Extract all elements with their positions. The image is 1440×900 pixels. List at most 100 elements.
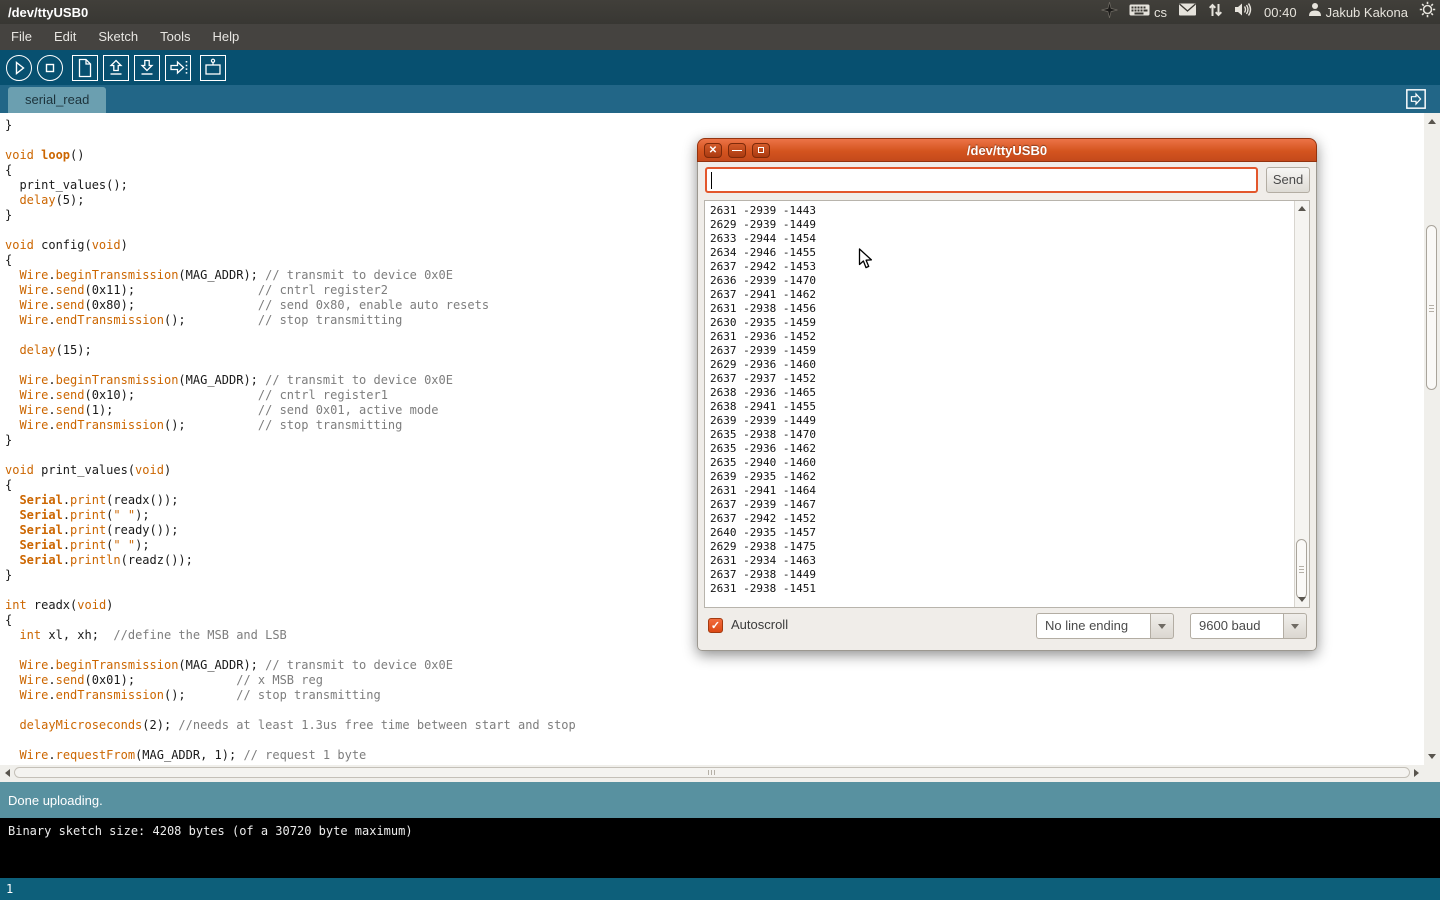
clock[interactable]: 00:40 [1264,5,1297,20]
serial-input[interactable] [705,167,1258,193]
menu-help[interactable]: Help [201,24,250,50]
serial-vscroll-thumb[interactable] [1296,539,1307,599]
baud-rate-dropdown[interactable]: 9600 baud [1190,613,1307,639]
code-line: } [5,118,1424,133]
autoscroll-label: Autoscroll [731,617,788,632]
scrollbar-corner [1424,765,1440,782]
user-name-label: Jakub Kakona [1326,5,1408,20]
open-button[interactable] [103,55,129,81]
serial-vertical-scrollbar[interactable] [1294,201,1309,607]
serial-line: 2631 -2939 -1443 [710,204,1291,218]
new-sketch-button[interactable] [72,55,98,81]
user-menu[interactable]: Jakub Kakona [1308,2,1408,22]
new-sketch-icon [73,56,97,80]
serial-line: 2631 -2934 -1463 [710,554,1291,568]
serial-line: 2637 -2937 -1452 [710,372,1291,386]
serial-output-lines: 2631 -2939 -14432629 -2939 -14492633 -29… [710,204,1291,607]
chevron-down-icon [1158,624,1166,629]
scroll-left-arrow[interactable] [5,769,10,777]
editor-vertical-scrollbar[interactable] [1424,113,1440,765]
tab-serial-read[interactable]: serial_read [8,87,106,113]
serial-monitor-icon [201,56,225,80]
tab-menu-button[interactable] [1405,88,1427,110]
serial-line: 2637 -2938 -1449 [710,568,1291,582]
editor-horizontal-scrollbar[interactable] [0,765,1424,782]
serial-line: 2637 -2942 -1452 [710,512,1291,526]
serial-line: 2635 -2940 -1460 [710,456,1291,470]
serial-line: 2631 -2941 -1464 [710,484,1291,498]
menu-file[interactable]: File [0,24,43,50]
editor-hscroll-thumb[interactable] [14,767,1410,778]
status-bar: Done uploading. [0,782,1440,818]
serial-line: 2629 -2938 -1475 [710,540,1291,554]
serial-line: 2635 -2938 -1470 [710,428,1291,442]
network-arrows-icon[interactable] [1208,2,1223,23]
code-line: Wire.requestFrom(MAG_ADDR, 1); // reques… [5,748,1424,763]
serial-monitor-controls: ✓ Autoscroll No line ending 9600 baud [698,613,1316,643]
user-icon [1308,2,1322,22]
menu-tools[interactable]: Tools [149,24,201,50]
serial-monitor-body: Send 2631 -2939 -14432629 -2939 -1449263… [697,162,1317,651]
code-line: Wire.endTransmission(); // stop transmit… [5,688,1424,703]
serial-monitor-button[interactable] [200,55,226,81]
serial-line: 2629 -2936 -1460 [710,358,1291,372]
menu-edit[interactable]: Edit [43,24,87,50]
keyboard-icon [1129,3,1150,22]
save-icon [135,56,159,80]
scroll-up-arrow[interactable] [1428,119,1436,124]
code-line: delayMicroseconds(2); //needs at least 1… [5,718,1424,733]
serial-monitor-title: /dev/ttyUSB0 [698,139,1316,163]
serial-line: 2635 -2936 -1462 [710,442,1291,456]
volume-icon[interactable] [1234,2,1253,22]
baud-rate-value: 9600 baud [1190,613,1283,639]
menu-sketch[interactable]: Sketch [87,24,149,50]
scroll-right-arrow[interactable] [1414,769,1419,777]
code-line: Wire.beginTransmission(MAG_ADDR); // tra… [5,658,1424,673]
serial-monitor-titlebar[interactable]: ✕ ― /dev/ttyUSB0 [697,138,1317,162]
text-caret [711,172,712,189]
keyboard-layout-label: cs [1154,5,1167,20]
serial-line: 2638 -2941 -1455 [710,400,1291,414]
send-button[interactable]: Send [1266,167,1310,193]
dropdown-arrow-button[interactable] [1283,613,1307,639]
serial-line: 2640 -2935 -1457 [710,526,1291,540]
upload-icon [166,56,190,80]
system-tray: cs 00:40 Jakub Kakona [1101,0,1436,24]
star-tray-icon[interactable] [1101,2,1118,23]
mail-icon[interactable] [1178,3,1197,21]
autoscroll-checkbox[interactable]: ✓ [708,618,723,633]
keyboard-layout-indicator[interactable]: cs [1129,3,1167,22]
serial-line: 2631 -2936 -1452 [710,330,1291,344]
dropdown-arrow-button[interactable] [1150,613,1174,639]
tabbar: serial_read [0,85,1440,113]
serial-line: 2630 -2935 -1459 [710,316,1291,330]
serial-line: 2631 -2938 -1451 [710,582,1291,596]
serial-line: 2634 -2946 -1455 [710,246,1291,260]
serial-output[interactable]: 2631 -2939 -14432629 -2939 -14492633 -29… [704,200,1310,608]
stop-button[interactable] [37,55,63,81]
menubar: FileEditSketchToolsHelp [0,24,1440,50]
scroll-down-arrow[interactable] [1428,754,1436,759]
serial-line: 2631 -2938 -1456 [710,302,1291,316]
desktop: /dev/ttyUSB0 cs 00:40 Jakub Kakona FileE… [0,0,1440,900]
line-ending-value: No line ending [1036,613,1150,639]
verify-icon [7,56,31,80]
code-line [5,733,1424,748]
editor-vscroll-thumb[interactable] [1426,225,1437,390]
save-button[interactable] [134,55,160,81]
scroll-down-arrow[interactable] [1298,597,1306,602]
serial-line: 2638 -2936 -1465 [710,386,1291,400]
upload-button[interactable] [165,55,191,81]
line-ending-dropdown[interactable]: No line ending [1036,613,1174,639]
serial-line: 2639 -2939 -1449 [710,414,1291,428]
serial-line: 2637 -2941 -1462 [710,288,1291,302]
stop-icon [38,56,62,80]
top-panel: /dev/ttyUSB0 cs 00:40 Jakub Kakona [0,0,1440,24]
verify-button[interactable] [6,55,32,81]
line-number-indicator: 1 [0,878,1440,900]
scroll-up-arrow[interactable] [1298,206,1306,211]
serial-line: 2629 -2939 -1449 [710,218,1291,232]
build-console: Binary sketch size: 4208 bytes (of a 307… [0,818,1440,878]
chevron-down-icon [1291,624,1299,629]
session-gear-icon[interactable] [1419,1,1436,23]
